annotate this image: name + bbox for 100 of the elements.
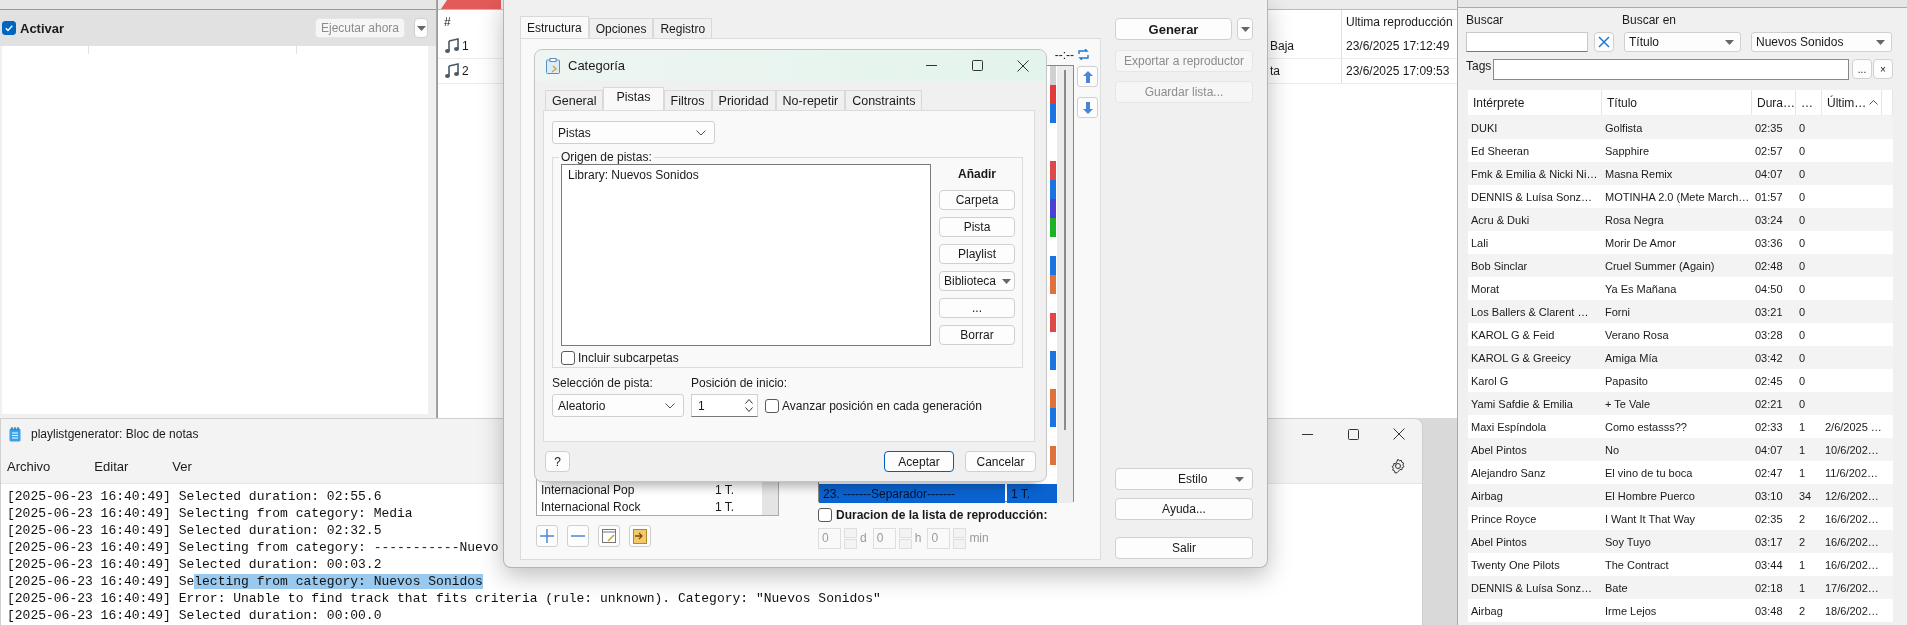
table-cell-text: 02:47 bbox=[1754, 465, 1784, 481]
field-label: Buscar en bbox=[1622, 13, 1677, 27]
table-cell-text: 03:17 bbox=[1754, 534, 1784, 550]
table-cell-text: 03:24 bbox=[1754, 212, 1784, 228]
log-line: [2025-06-23 16:40:49] Selected duration: 02:32.5 bbox=[7, 522, 382, 539]
log-line: [2025-06-23 16:40:49] Selected duration: 00:03.2 bbox=[7, 556, 382, 573]
table-cell-text: 0 bbox=[1798, 304, 1807, 320]
table-cell-text: Irme Lejos bbox=[1604, 603, 1658, 619]
table-cell-text: Papasito bbox=[1604, 373, 1649, 389]
table-cell-text: 2 bbox=[1798, 603, 1807, 619]
table-cell-text: Abel Pintos bbox=[1470, 534, 1528, 550]
table-cell-text: 1 bbox=[1798, 419, 1807, 435]
unit-label: h bbox=[914, 531, 922, 545]
table-cell-text: 2 bbox=[1798, 511, 1807, 527]
table-cell-text: 0 bbox=[1798, 189, 1807, 205]
window-title: playlistgenerator: Bloc de notas bbox=[31, 427, 199, 441]
table-cell-text: No bbox=[1604, 442, 1621, 458]
table-cell-text: Lali bbox=[1470, 235, 1490, 251]
table-cell-text: 02:45 bbox=[1754, 373, 1784, 389]
table-cell-text: 02:35 bbox=[1754, 120, 1784, 136]
table-cell-text: Ya Es Mañana bbox=[1604, 281, 1678, 297]
table-cell-text: 03:42 bbox=[1754, 350, 1784, 366]
table-cell-text: MOTINHA 2.0 (Mete March… bbox=[1604, 189, 1751, 205]
table-cell: 1 bbox=[462, 39, 469, 53]
table-cell-text: 1 bbox=[1798, 442, 1807, 458]
table-cell-text: 17/6/202… bbox=[1824, 580, 1880, 596]
list-cell-text: Internacional Pop bbox=[540, 482, 636, 497]
table-cell-text: 0 bbox=[1798, 120, 1807, 136]
table-cell-text: Twenty One Pilots bbox=[1470, 557, 1561, 573]
table-cell-text: 03:44 bbox=[1754, 557, 1784, 573]
table-cell-text: Karol G bbox=[1470, 373, 1510, 389]
table-cell-text: 0 bbox=[1798, 166, 1807, 182]
log-line: [2025-06-23 16:40:49] Selected duration: 00:00.0 bbox=[7, 607, 382, 624]
table-cell-text: Rosa Negra bbox=[1604, 212, 1665, 228]
table-cell-text: 18/6/202… bbox=[1824, 603, 1880, 619]
table-cell-text: Airbag bbox=[1470, 488, 1504, 504]
checkbox-label: Avanzar posición en cada generación bbox=[782, 398, 982, 413]
checkbox-label: Incluir subcarpetas bbox=[578, 351, 679, 365]
field-label: Selección de pista: bbox=[552, 376, 654, 390]
table-cell-text: Morat bbox=[1470, 281, 1501, 297]
table-cell-text: El Hombre Puerco bbox=[1604, 488, 1696, 504]
table-cell-text: I Want It That Way bbox=[1604, 511, 1697, 527]
table-cell-text: ta bbox=[1269, 63, 1281, 80]
table-cell-text: 1 bbox=[1798, 465, 1807, 481]
table-cell-text: KAROL G & Feid bbox=[1470, 327, 1556, 343]
table-cell-text: 03:36 bbox=[1754, 235, 1784, 251]
log-line: [2025-06-23 16:40:49] Selected duration: 02:55.6 bbox=[7, 488, 382, 505]
table-cell-text: 0 bbox=[1798, 327, 1807, 343]
table-cell-text: 34 bbox=[1798, 488, 1813, 504]
table-cell-text: KAROL G & Greeicy bbox=[1470, 350, 1572, 366]
table-cell-text: Acru & Duki bbox=[1470, 212, 1531, 228]
field-label: Tags bbox=[1466, 59, 1492, 73]
list-cell-text: Internacional Rock bbox=[540, 499, 642, 514]
table-cell-text: 16/6/202… bbox=[1824, 534, 1880, 550]
table-cell-text: 1 bbox=[1798, 557, 1807, 573]
table-cell-text: 16/6/202… bbox=[1824, 557, 1880, 573]
table-cell-text: Yami Safdie & Emilia bbox=[1470, 396, 1574, 412]
table-cell: 2 bbox=[462, 64, 469, 78]
log-line: [2025-06-23 16:40:49] Selecting from category: Media bbox=[7, 505, 413, 522]
table-cell-text: Amiga Mía bbox=[1604, 350, 1659, 366]
table-cell-text: Como estasss?? bbox=[1604, 419, 1688, 435]
table-cell-text: Cruel Summer (Again) bbox=[1604, 258, 1716, 274]
column-header: # bbox=[444, 15, 451, 29]
table-cell-text: Bob Sinclar bbox=[1470, 258, 1529, 274]
table-cell-text: 11/6/202… bbox=[1824, 465, 1879, 481]
table-cell-text: El vino de tu boca bbox=[1604, 465, 1694, 481]
table-cell-text: 02:21 bbox=[1754, 396, 1784, 412]
table-cell-text: 03:21 bbox=[1754, 304, 1784, 320]
table-cell-text: 01:57 bbox=[1754, 189, 1784, 205]
dialog-title: Categoría bbox=[568, 58, 626, 73]
table-cell-text: 02:33 bbox=[1754, 419, 1784, 435]
table-cell-text: Soy Tuyo bbox=[1604, 534, 1652, 550]
table-cell-text: Sapphire bbox=[1604, 143, 1651, 159]
table-cell-text: 04:50 bbox=[1754, 281, 1784, 297]
table-cell-text: Ed Sheeran bbox=[1470, 143, 1531, 159]
table-cell-text: 04:07 bbox=[1754, 442, 1784, 458]
table-cell-text: Prince Royce bbox=[1470, 511, 1538, 527]
table-cell-text: 04:07 bbox=[1754, 166, 1784, 182]
table-cell-text: 0 bbox=[1798, 350, 1807, 366]
table-cell-text: 0 bbox=[1798, 258, 1807, 274]
table-cell-text: 02:48 bbox=[1754, 258, 1784, 274]
table-cell-text: DENNIS & Luísa Sonz… bbox=[1470, 580, 1594, 596]
unit-label: d bbox=[860, 531, 867, 545]
table-cell-text: 03:10 bbox=[1754, 488, 1784, 504]
table-cell-text: Bate bbox=[1604, 580, 1629, 596]
log-line: [2025-06-23 16:40:49] Selecting from category: Nuevos Sonidos bbox=[7, 573, 483, 590]
table-cell-text: 1 bbox=[1798, 580, 1807, 596]
table-cell-text: Abel Pintos bbox=[1470, 442, 1528, 458]
table-cell-text: Morir De Amor bbox=[1604, 235, 1677, 251]
field-label: Buscar bbox=[1466, 13, 1505, 27]
checkbox-label: Duracion de la lista de reproducción: bbox=[836, 508, 1048, 522]
table-cell-text: The Contract bbox=[1604, 557, 1670, 573]
table-cell-text: Forni bbox=[1604, 304, 1632, 320]
table-cell-text: 16/6/202… bbox=[1824, 511, 1880, 527]
table-cell-text: 0 bbox=[1798, 235, 1807, 251]
table-cell-text: 2/6/2025 … bbox=[1824, 419, 1882, 435]
table-cell-text: 2 bbox=[1798, 534, 1807, 550]
checkbox-label: Activar bbox=[20, 20, 65, 36]
table-cell-text: 0 bbox=[1798, 373, 1807, 389]
group-label: Origen de pistas: bbox=[560, 150, 653, 164]
